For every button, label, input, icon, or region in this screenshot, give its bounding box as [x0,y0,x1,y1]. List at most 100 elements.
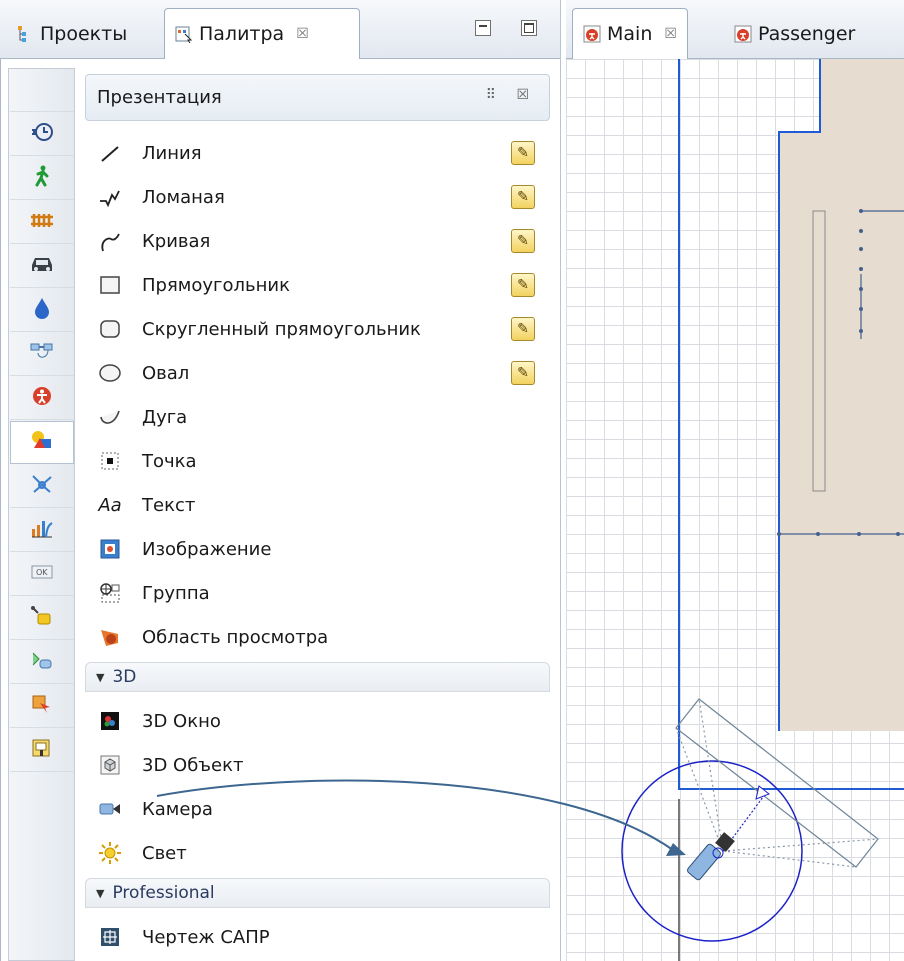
group-3d-header[interactable]: ▼ 3D [85,662,550,692]
category-connectivity[interactable] [10,597,74,640]
palette-item-label: Чертеж САПР [142,926,270,948]
light-icon [97,840,123,866]
palette-item-light[interactable]: Свет [97,833,547,873]
floor-area [779,59,904,731]
connectivity-icon [30,605,54,632]
category-process-modeling[interactable] [10,113,74,156]
palette-item-label: Изображение [142,538,272,560]
close-icon[interactable]: ☒ [296,26,309,42]
group-title: 3D [112,667,137,687]
palette-item-text[interactable]: Aa Текст [97,485,547,525]
expand-triangle-icon: ▼ [96,886,105,900]
minimize-button[interactable] [475,20,491,36]
category-statechart[interactable] [10,641,74,684]
tab-palette-label: Палитра [199,23,285,45]
pencil-icon[interactable]: ✎ [511,361,535,385]
arc-icon [97,404,123,430]
palette-item-polyline[interactable]: Ломаная ✎ [97,177,547,217]
pencil-icon[interactable]: ✎ [511,317,535,341]
category-road[interactable] [10,245,74,288]
palette-list: Презентация ⠿ ☒ Линия ✎ Ломаная ✎ Кривая… [85,68,553,961]
palette-item-curve[interactable]: Кривая ✎ [97,221,547,261]
palette-item-cad-drawing[interactable]: Чертеж САПР [97,917,547,957]
presentation-icon [30,429,54,456]
curve-icon [97,228,123,254]
polyline-icon [97,184,123,210]
palette-item-label: Точка [142,450,197,472]
analysis-icon [30,517,54,544]
group-professional-header[interactable]: ▼ Professional [85,878,550,908]
category-space-markup[interactable] [10,465,74,508]
palette-item-3d-window[interactable]: 3D Окно [97,701,547,741]
palette-item-label: Прямоугольник [142,274,290,296]
palette-item-label: Дуга [142,406,188,428]
category-agent[interactable] [10,377,74,420]
category-presentation[interactable] [10,421,74,464]
palette-item-label: Камера [142,798,213,820]
car-icon [30,254,54,279]
palette-item-label: Кривая [142,230,211,252]
category-fluid[interactable] [10,289,74,332]
editor-area: Main ☒ Passenger [566,0,904,961]
category-rail[interactable] [10,201,74,244]
system-dynamics-icon [30,341,54,368]
point-icon [97,448,123,474]
category-blank[interactable] [10,69,74,112]
controls-icon: OK [30,561,54,588]
palette-item-image[interactable]: Изображение [97,529,547,569]
palette-item-rounded-rectangle[interactable]: Скругленный прямоугольник ✎ [97,309,547,349]
model-canvas[interactable] [566,59,904,961]
pencil-icon[interactable]: ✎ [511,229,535,253]
space-markup-icon [30,473,54,500]
canvas-drawing [621,59,904,961]
category-system-dynamics[interactable] [10,333,74,376]
line-icon [97,140,123,166]
tab-main[interactable]: Main ☒ [572,8,688,59]
agent-icon [583,25,601,43]
section-title: Презентация [97,87,222,108]
palette-item-line[interactable]: Линия ✎ [97,133,547,173]
section-controls[interactable]: ⠿ ☒ [486,87,537,103]
pencil-icon[interactable]: ✎ [511,141,535,165]
tab-projects[interactable]: Проекты [6,8,137,59]
maximize-button[interactable] [521,20,537,36]
section-presentation-header[interactable]: Презентация ⠿ ☒ [85,74,550,121]
palette-item-point[interactable]: Точка [97,441,547,481]
palette-item-view-area[interactable]: Область просмотра [97,617,547,657]
palette-item-oval[interactable]: Овал ✎ [97,353,547,393]
palette-item-label: Область просмотра [142,626,329,648]
palette-item-3d-object[interactable]: 3D Объект [97,745,547,785]
palette-item-arc[interactable]: Дуга [97,397,547,437]
process-modeling-icon [31,121,53,148]
fluid-drop-icon [32,296,52,325]
camera-icon [97,796,123,822]
expand-triangle-icon: ▼ [96,670,105,684]
tab-passenger[interactable]: Passenger [724,8,865,59]
view-area-icon [97,624,123,650]
tab-passenger-label: Passenger [758,22,856,45]
palette-item-rectangle[interactable]: Прямоугольник ✎ [97,265,547,305]
palette-item-camera[interactable]: Камера [97,789,547,829]
pencil-icon[interactable]: ✎ [511,185,535,209]
category-analysis[interactable] [10,509,74,552]
group-title: Professional [112,883,215,903]
statechart-icon [30,649,54,676]
palette-item-label: 3D Окно [142,710,221,732]
rectangle-icon [97,272,123,298]
tab-palette[interactable]: Палитра ☒ [164,8,360,59]
category-pictures[interactable] [10,729,74,772]
3d-object-icon [97,752,123,778]
category-actions[interactable] [10,685,74,728]
tab-projects-label: Проекты [40,22,128,45]
pencil-icon[interactable]: ✎ [511,273,535,297]
left-tab-bar: Проекты Палитра ☒ [0,0,560,59]
palette-item-group[interactable]: Группа [97,573,547,613]
close-icon[interactable]: ☒ [664,26,677,42]
group-icon [97,580,123,606]
agent-icon [31,385,53,412]
svg-text:OK: OK [36,568,48,577]
category-controls[interactable]: OK [10,553,74,596]
agent-icon [734,25,752,43]
pictures-icon [30,737,54,764]
category-pedestrian[interactable] [10,157,74,200]
